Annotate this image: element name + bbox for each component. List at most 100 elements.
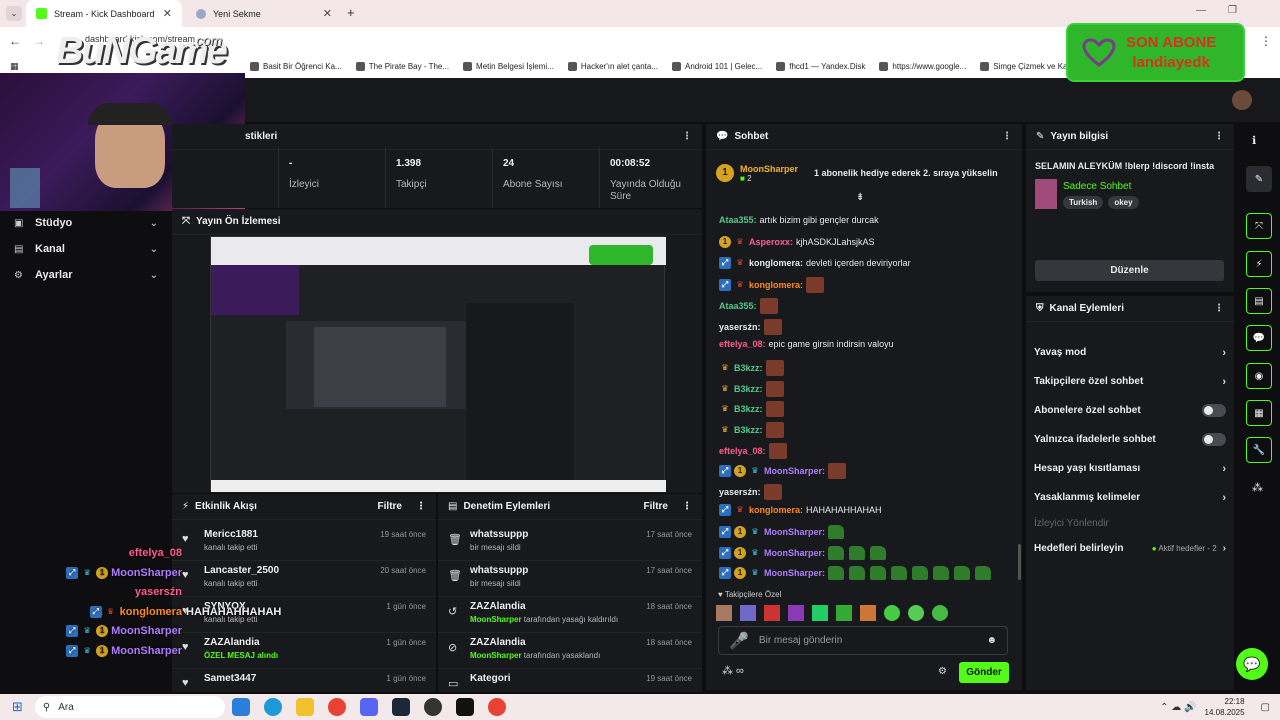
minimize-button[interactable]: — [1196,5,1206,16]
emote-icon[interactable] [716,605,732,621]
chat-message[interactable]: yasersźn: [719,319,782,335]
more-icon[interactable]: ⋮ [682,131,692,142]
help-button[interactable]: 💬 [1236,648,1268,680]
action-emote-only[interactable]: Yalnızca ifadelerle sohbet [1026,425,1234,454]
chat-message[interactable]: ♛ B3kzz: [719,422,784,438]
action-banned-words[interactable]: Yasaklanmış kelimeler › [1026,483,1234,512]
edit-tool-button[interactable]: ✎ [1246,166,1272,192]
bookmark[interactable]: Simge Çizmek ve Ka... [980,62,1074,71]
menu-icon[interactable]: ⋮ [1260,34,1272,48]
emote-icon[interactable] [836,605,852,621]
tab-kick-dashboard[interactable]: Stream - Kick Dashboard ✕ [26,0,182,27]
chat-tool-button[interactable]: 💬 [1246,325,1272,351]
chat-message[interactable]: eftelya_08: [719,443,787,459]
forward-button[interactable]: → [33,34,45,48]
bookmark[interactable]: The Pirate Bay - The... [355,62,449,71]
notification-icon[interactable]: ▢ [1261,702,1270,713]
more-icon[interactable]: ⋮ [416,501,426,512]
broadcast-tool-button[interactable]: ◉ [1246,363,1272,389]
chat-message[interactable]: ♛ B3kzz: [719,360,784,376]
close-icon[interactable]: ✕ [163,7,172,20]
bookmark[interactable]: Android 101 | Gelec... [671,62,762,71]
action-slow-mode[interactable]: Yavaş mod › [1026,338,1234,367]
bookmark[interactable]: fhcd1 — Yandex.Disk [776,62,865,71]
scroll-down-icon[interactable]: ⇟ [856,192,864,203]
bookmark[interactable]: Metin Belgesi İşlemi... [463,62,554,71]
obs-icon[interactable] [423,698,442,716]
emote-icon[interactable] [812,605,828,621]
chat-username[interactable]: B3kzz: [734,363,763,373]
chat-username[interactable]: B3kzz: [734,404,763,414]
emote-icon[interactable] [860,605,876,621]
microphone-icon[interactable]: 🎤 [729,631,749,651]
emote-icon[interactable] [764,605,780,621]
chat-message[interactable]: yasersźn: [719,484,782,500]
emote-icon[interactable] [788,605,804,621]
bookmark[interactable]: Hacker'ın alet çanta... [567,62,658,71]
taskbar-search[interactable]: ⚲ Ara [34,696,225,718]
emote-icon[interactable] [740,605,756,621]
more-icon[interactable]: ⋮ [682,501,692,512]
discord-icon[interactable] [359,698,378,716]
list-tool-button[interactable]: ▤ [1246,288,1272,314]
gear-icon[interactable]: ⚙ [938,666,947,677]
chat-message[interactable]: ⤢ ♛ konglomera: HAHAHAHHAHAH [719,504,882,516]
emote-icon[interactable] [884,605,900,621]
copilot-icon[interactable] [231,698,250,716]
preview-video[interactable] [210,236,666,492]
chat-settings-icon[interactable]: ⁂ ∞ [722,664,744,677]
new-tab-button[interactable]: + [347,5,355,20]
info-icon[interactable]: ℹ [1252,134,1256,147]
tag[interactable]: Turkish [1063,196,1104,209]
bolt-tool-button[interactable]: ⚡ [1246,251,1272,277]
chat-username[interactable]: MoonSharper: [764,466,825,476]
chat-username[interactable]: eftelya_08: [719,446,766,456]
chat-username[interactable]: Asperoxx: [749,237,793,247]
chat-message[interactable]: ⤢ 1 ♛ MoonSharper: [719,463,847,479]
windows-start-icon[interactable]: ⊞ [12,699,23,715]
restore-button[interactable]: ❐ [1228,5,1237,16]
send-button[interactable]: Gönder [959,662,1009,683]
chat-username[interactable]: MoonSharper: [764,527,825,537]
more-icon[interactable]: ⋮ [1214,303,1224,314]
apps-icon[interactable]: ▦ [10,61,20,72]
tiktok-icon[interactable] [455,698,474,716]
chat-username[interactable]: eftelya_08: [719,339,766,349]
tab-list-icon[interactable]: ⌄ [6,6,22,21]
chat-message[interactable]: Ataa355: artık bizim gibi gençler durcak [719,215,879,225]
chat-message[interactable]: ⤢ ♛ konglomera: [719,277,825,293]
sidebar-item-channel[interactable]: ▤ Kanal ⌄ [0,236,172,262]
stream-category[interactable]: Sadece Sohbet [1063,181,1131,192]
edge-icon[interactable] [263,698,282,716]
chrome-icon[interactable] [327,698,346,716]
action-goals[interactable]: Hedefleri belirleyin ● Aktif hedefler - 2… [1026,534,1234,563]
mod-tool-button[interactable]: ▦ [1246,400,1272,426]
action-followers-only[interactable]: Takipçilere özel sohbet › [1026,367,1234,396]
toggle-switch[interactable] [1202,433,1226,446]
action-account-age[interactable]: Hesap yaşı kısıtlaması › [1026,454,1234,483]
chat-message[interactable]: ⤢ 1 ♛ MoonSharper: [719,546,888,560]
chat-username[interactable]: B3kzz: [734,384,763,394]
tag[interactable]: okey [1108,196,1139,209]
chat-username[interactable]: MoonSharper: [764,548,825,558]
close-icon[interactable]: ✕ [323,7,332,20]
chat-username[interactable]: MoonSharper: [764,568,825,578]
filter-button[interactable]: Filtre [644,501,668,512]
chat-message[interactable]: eftelya_08: epic game girsin indirsin val… [719,339,894,349]
chat-username[interactable]: konglomera: [749,258,803,268]
chat-message[interactable]: ♛ B3kzz: [719,381,784,397]
bookmark[interactable]: Basit Bir Öğrenci Ka... [250,62,342,71]
steam-icon[interactable] [391,698,410,716]
chrome-profile-icon[interactable] [487,698,506,716]
chat-username[interactable]: Ataa355: [719,215,757,225]
chat-username[interactable]: konglomera: [749,505,803,515]
chat-username[interactable]: yasersźn: [719,322,761,332]
filter-button[interactable]: Filtre [378,501,402,512]
apps-icon[interactable]: ⁂ [1252,481,1263,494]
sidebar-item-studio[interactable]: ▣ Stüdyo ⌄ [0,210,172,236]
chat-username[interactable]: yasersźn: [719,487,761,497]
chat-scrollbar[interactable] [1018,544,1021,580]
chat-message[interactable]: ⤢ ♛ konglomera: devleti içerden deviriyorla… [719,257,911,269]
wrench-tool-button[interactable]: 🔧 [1246,437,1272,463]
emote-icon[interactable] [908,605,924,621]
